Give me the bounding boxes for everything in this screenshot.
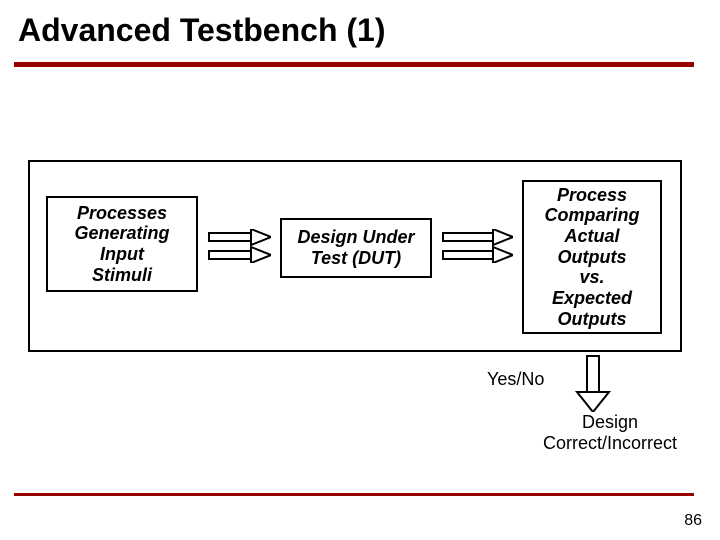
arrow-stimuli-to-dut [207, 229, 271, 263]
box-dut: Design UnderTest (DUT) [280, 218, 432, 278]
box-stimuli-label: ProcessesGeneratingInputStimuli [74, 203, 169, 286]
page-number: 86 [684, 512, 702, 530]
box-dut-label: Design UnderTest (DUT) [297, 227, 414, 268]
yesno-label: Yes/No [487, 369, 544, 390]
box-stimuli: ProcessesGeneratingInputStimuli [46, 196, 198, 292]
bottom-divider [14, 493, 694, 496]
title-divider [14, 62, 694, 67]
box-compare-label: ProcessComparingActualOutputsvs.Expected… [544, 185, 639, 330]
arrow-dut-to-compare [441, 229, 513, 263]
page-title: Advanced Testbench (1) [18, 12, 385, 49]
slide: Advanced Testbench (1) ProcessesGenerati… [0, 0, 720, 540]
box-compare: ProcessComparingActualOutputsvs.Expected… [522, 180, 662, 334]
result-label: DesignCorrect/Incorrect [540, 412, 680, 454]
arrow-compare-to-result [573, 354, 613, 412]
